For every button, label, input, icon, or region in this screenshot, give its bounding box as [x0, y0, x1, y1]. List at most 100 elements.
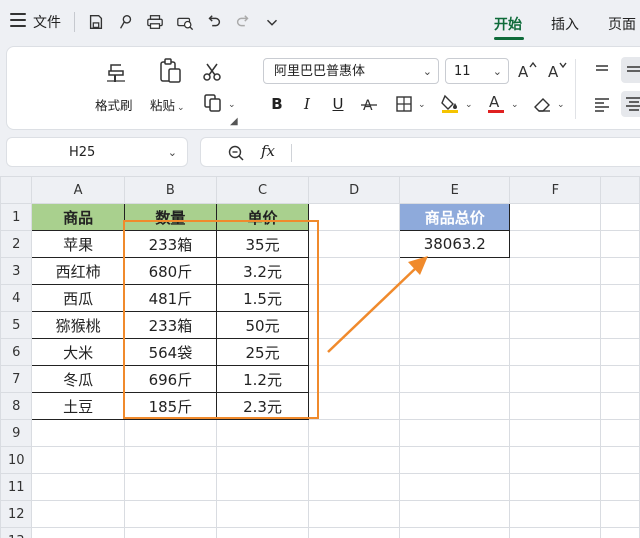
cell[interactable] [600, 419, 640, 447]
tab-insert[interactable]: 插入 [551, 14, 579, 34]
cell[interactable] [31, 473, 125, 501]
cell[interactable] [600, 527, 640, 538]
cell[interactable] [509, 365, 602, 393]
cell[interactable] [509, 446, 602, 474]
row-header[interactable]: 9 [0, 419, 33, 447]
cell[interactable] [31, 446, 125, 474]
cell[interactable] [600, 338, 640, 366]
borders-icon[interactable] [394, 94, 414, 114]
cell[interactable] [509, 203, 602, 231]
more-chevron-icon[interactable] [262, 12, 282, 32]
row-header[interactable]: 2 [0, 230, 33, 258]
format-painter-label[interactable]: 格式刷 [95, 95, 133, 114]
align-middle-icon[interactable] [621, 57, 640, 83]
name-box[interactable]: H25 ⌄ [6, 137, 188, 167]
align-left-icon[interactable] [593, 95, 611, 113]
row-header[interactable]: 8 [0, 392, 33, 420]
row-header[interactable]: 10 [0, 446, 33, 474]
save-icon[interactable] [86, 12, 106, 32]
cell[interactable] [308, 500, 401, 528]
column-header-b[interactable]: B [123, 176, 218, 204]
cell[interactable] [509, 338, 602, 366]
column-header-g[interactable] [600, 176, 640, 204]
align-top-icon[interactable] [593, 61, 611, 79]
cell-quantity[interactable]: 233箱 [123, 230, 218, 258]
cell-price[interactable]: 25元 [215, 338, 310, 366]
cell-product[interactable]: 大米 [31, 338, 125, 366]
cell[interactable] [509, 257, 602, 285]
font-name-select[interactable]: 阿里巴巴普惠体 ⌄ [263, 58, 439, 84]
tab-page[interactable]: 页面 [608, 14, 636, 34]
cell-price[interactable]: 2.3元 [215, 392, 310, 420]
cell-price[interactable]: 3.2元 [215, 257, 310, 285]
cell[interactable] [123, 500, 218, 528]
cell[interactable] [600, 473, 640, 501]
cell[interactable] [399, 365, 511, 393]
row-header[interactable]: 3 [0, 257, 33, 285]
spreadsheet-grid[interactable]: A B C D E F 1 商品 数量 单价 商品总价 2 苹果 233箱 35… [0, 176, 640, 538]
header-cell-quantity[interactable]: 数量 [123, 203, 218, 231]
cell[interactable] [399, 257, 511, 285]
header-cell-price[interactable]: 单价 [215, 203, 310, 231]
cell[interactable] [123, 419, 218, 447]
font-dialog-launcher-icon[interactable]: ◢ [230, 116, 238, 127]
cell[interactable] [399, 446, 511, 474]
cell[interactable] [31, 500, 125, 528]
font-color-icon[interactable]: A [485, 92, 507, 114]
cell[interactable] [399, 500, 511, 528]
cell[interactable] [509, 473, 602, 501]
fill-dropdown-icon[interactable]: ⌄ [463, 95, 473, 110]
cell[interactable] [308, 230, 401, 258]
cell[interactable] [308, 338, 401, 366]
cell[interactable] [215, 500, 310, 528]
cell-product[interactable]: 土豆 [31, 392, 125, 420]
column-header-f[interactable]: F [509, 176, 602, 204]
column-header-a[interactable]: A [31, 176, 125, 204]
cut-icon[interactable] [201, 61, 223, 83]
column-header-e[interactable]: E [399, 176, 511, 204]
cell-quantity[interactable]: 233箱 [123, 311, 218, 339]
cell[interactable] [509, 230, 602, 258]
cell[interactable] [399, 338, 511, 366]
copy-icon[interactable] [203, 93, 225, 113]
cell-product[interactable]: 西红柿 [31, 257, 125, 285]
cell[interactable] [600, 230, 640, 258]
paste-label[interactable]: 粘贴 ⌄ [150, 95, 185, 114]
row-header[interactable]: 7 [0, 365, 33, 393]
cell-price[interactable]: 35元 [215, 230, 310, 258]
cell[interactable] [600, 392, 640, 420]
cell[interactable] [308, 527, 401, 538]
format-painter-icon[interactable] [103, 59, 129, 85]
increase-font-icon[interactable]: A [517, 60, 537, 80]
cell[interactable] [308, 446, 401, 474]
cell[interactable] [308, 203, 401, 231]
row-header[interactable]: 4 [0, 284, 33, 312]
borders-dropdown-icon[interactable]: ⌄ [416, 95, 426, 110]
fx-icon[interactable]: fx [261, 142, 275, 160]
cell-price[interactable]: 1.5元 [215, 284, 310, 312]
cell-price[interactable]: 50元 [215, 311, 310, 339]
underline-button[interactable]: U [330, 94, 346, 114]
cell[interactable] [308, 419, 401, 447]
select-all-corner[interactable] [0, 176, 33, 204]
cell-product[interactable]: 猕猴桃 [31, 311, 125, 339]
cell[interactable] [123, 446, 218, 474]
cell[interactable] [399, 473, 511, 501]
cell[interactable] [31, 527, 125, 538]
row-header[interactable]: 6 [0, 338, 33, 366]
cell[interactable] [509, 311, 602, 339]
cell[interactable] [509, 284, 602, 312]
cell-quantity[interactable]: 680斤 [123, 257, 218, 285]
cell-product[interactable]: 冬瓜 [31, 365, 125, 393]
zoom-icon[interactable] [227, 144, 245, 162]
formula-bar[interactable]: fx [200, 137, 640, 167]
cell[interactable] [215, 419, 310, 447]
cell[interactable] [600, 446, 640, 474]
cell[interactable] [399, 392, 511, 420]
cell[interactable] [509, 392, 602, 420]
tag-icon[interactable] [116, 12, 136, 32]
decrease-font-icon[interactable]: A [547, 60, 567, 80]
cell[interactable] [31, 419, 125, 447]
print-preview-icon[interactable] [175, 12, 195, 32]
row-header[interactable]: 1 [0, 203, 33, 231]
